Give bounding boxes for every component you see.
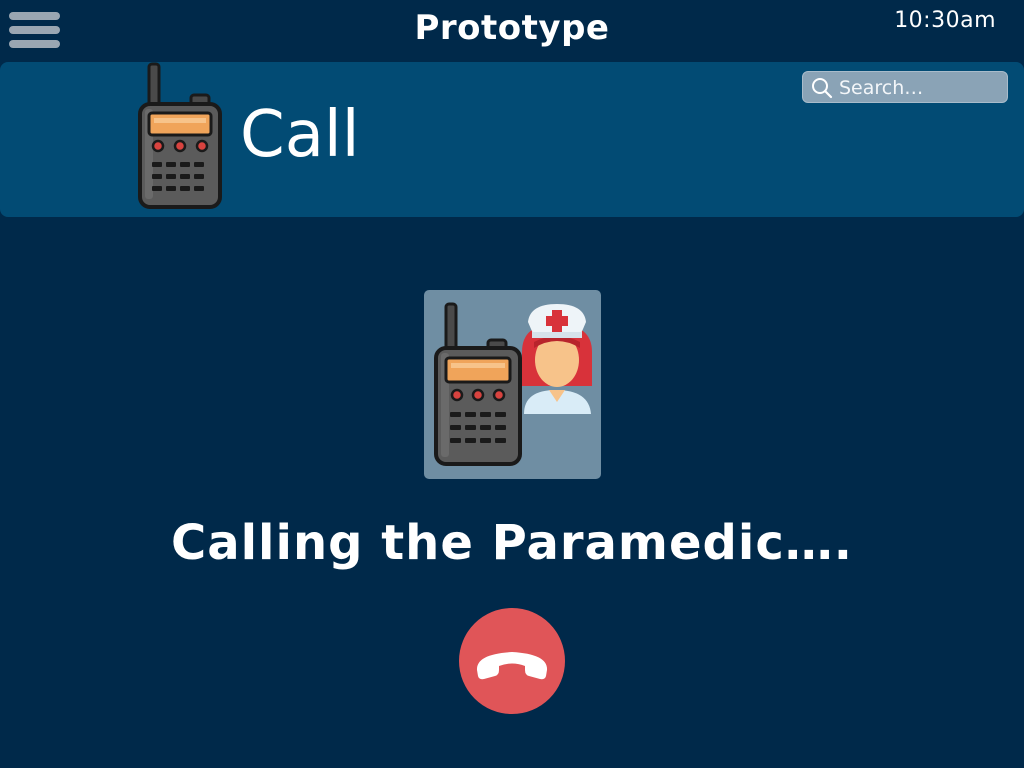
paramedic-nurse-icon bbox=[522, 304, 592, 414]
page-title: Call bbox=[240, 98, 360, 172]
app-title: Prototype bbox=[414, 8, 610, 48]
search-box[interactable] bbox=[802, 71, 1008, 103]
walkie-talkie-icon bbox=[434, 302, 522, 466]
clock: 10:30am bbox=[894, 8, 996, 33]
search-input[interactable] bbox=[837, 74, 1007, 102]
phone-hangup-icon bbox=[476, 652, 548, 680]
walkie-talkie-icon bbox=[138, 62, 222, 209]
call-status-text: Calling the Paramedic…. bbox=[170, 515, 853, 571]
hangup-button[interactable] bbox=[459, 608, 565, 714]
contact-avatar bbox=[424, 290, 601, 479]
top-bar: Prototype 10:30am bbox=[0, 0, 1024, 62]
page-header: Call bbox=[0, 62, 1024, 217]
search-icon bbox=[812, 78, 833, 99]
contact-illustration bbox=[434, 302, 592, 466]
